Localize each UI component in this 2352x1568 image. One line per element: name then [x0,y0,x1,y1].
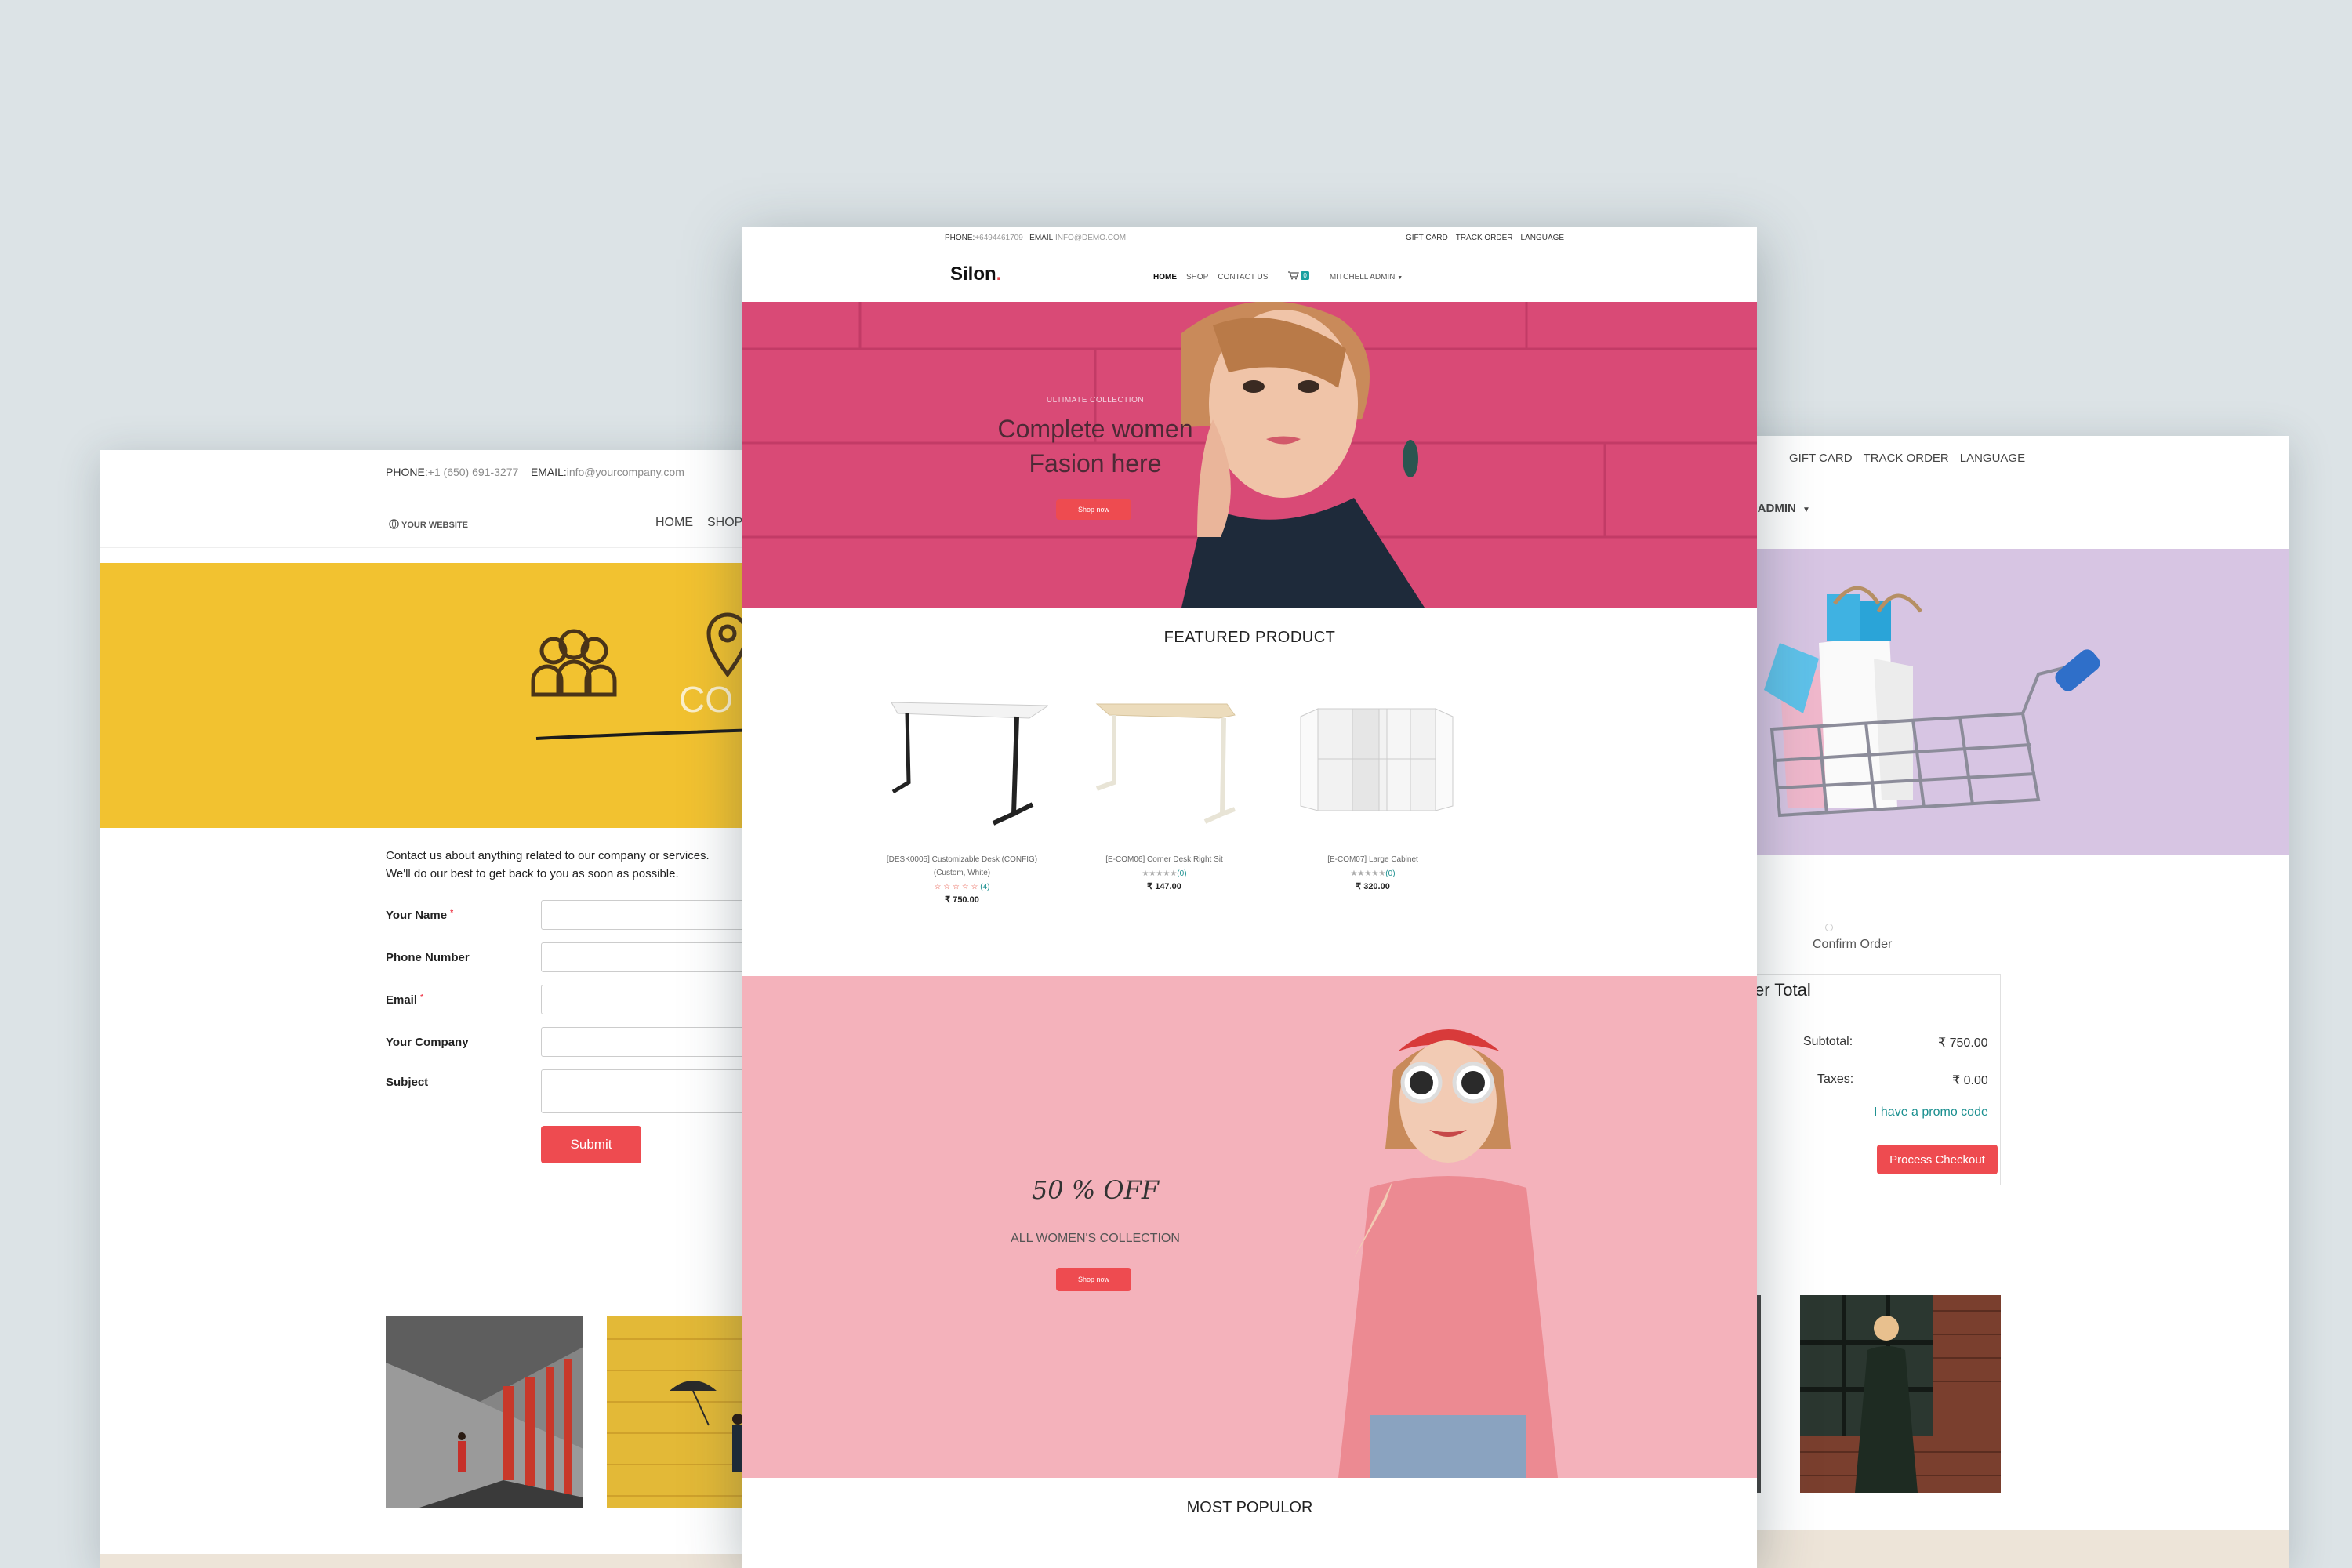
name-label: Your Name [386,908,448,922]
order-total-title: er Total [1755,980,1811,1000]
product-name[interactable]: [E-COM07] Large Cabinet [1287,853,1459,866]
product-card[interactable]: [DESK0005] Customizable Desk (CONFIG) (Cu… [876,696,1050,905]
subtotal-value: ₹ 750.00 [1938,1036,1988,1050]
gift-card-link[interactable]: GIFT CARD [1789,452,1853,465]
most-popular-title: MOST POPULOR [1186,1499,1313,1516]
submit-button[interactable]: Submit [541,1126,641,1163]
review-count: (4) [980,883,990,891]
hero-partial-text: CO [679,679,733,720]
email-label: EMAIL: [1029,234,1055,242]
product-rating: ☆ ☆ ☆ ☆ ☆ (4) [876,883,1048,891]
phone-label: PHONE: [945,234,975,242]
logo-text: YOUR WEBSITE [401,521,468,530]
email-label: EMAIL: [530,466,567,478]
promo-banner: 50 % OFF ALL WOMEN'S COLLECTION Shop now [742,976,1757,1478]
nav-home[interactable]: HOME [1153,273,1177,281]
product-rating: ★★★★★(0) [1078,869,1250,878]
site-logo[interactable]: YOUR WEBSITE [389,519,468,532]
user-menu[interactable]: MITCHELL ADMIN ▼ [1330,273,1403,281]
process-checkout-button[interactable]: Process Checkout [1877,1145,1998,1174]
product-image-corner-desk[interactable] [1078,696,1250,837]
track-order-link[interactable]: TRACK ORDER [1456,234,1513,242]
product-image-cabinet[interactable] [1287,696,1459,837]
contact-intro: Contact us about anything related to our… [386,847,710,883]
hero-banner: ULTIMATE COLLECTION Complete women Fasio… [742,302,1757,608]
taxes-value: ₹ 0.00 [1952,1074,1988,1087]
phone-value: +1 (650) 691-3277 [427,466,519,478]
product-price: ₹ 147.00 [1147,882,1181,891]
email-value[interactable]: INFO@DEMO.COM [1055,234,1126,242]
top-links: GIFT CARD TRACK ORDER LANGUAGE [1789,452,2025,465]
hero-woman-image [742,302,1757,608]
gallery-photo-corridor [386,1316,583,1508]
promo-shop-now-button[interactable]: Shop now [1056,1268,1131,1291]
main-nav: HOME SHOP CONTACT US 0 MITCHELL ADMIN ▼ [1153,271,1403,282]
gallery-photo-window-woman [1800,1295,2001,1493]
required-marker: * [420,993,424,1002]
product-name[interactable]: [DESK0005] Customizable Desk (CONFIG) [876,853,1048,866]
promo-discount: 50 % OFF [1031,1175,1160,1205]
cart-button[interactable]: 0 [1288,271,1309,282]
email-value[interactable]: info@yourcompany.com [567,466,684,478]
caret-down-icon: ▼ [1802,506,1810,514]
user-menu-label: MITCHELL ADMIN [1329,272,1396,281]
top-links: GIFT CARD TRACK ORDER LANGUAGE [1406,234,1564,242]
track-order-link[interactable]: TRACK ORDER [1864,452,1949,465]
hero-title: Complete women Fasion here [970,412,1221,481]
progress-step-dot [1825,924,1833,931]
globe-icon [389,519,399,532]
cart-icon [1288,271,1300,280]
intro-line-2: We'll do our best to get back to you as … [386,867,679,880]
subtotal-label: Subtotal: [1803,1035,1853,1048]
product-name[interactable]: [E-COM06] Corner Desk Right Sit [1078,853,1250,866]
nav-shop[interactable]: SHOP [1186,273,1208,281]
product-card[interactable]: [E-COM07] Large Cabinet ★★★★★(0) ₹ 320.0… [1287,696,1459,891]
phone-number-label: Phone Number [386,950,470,964]
phone-label: PHONE: [386,466,428,478]
nav-contact-us[interactable]: CONTACT US [1218,273,1268,281]
email-field-label: Email [386,993,418,1007]
featured-product-title: FEATURED PRODUCT [1163,629,1336,646]
intro-line-1: Contact us about anything related to our… [386,849,710,862]
star-rating-icons: ☆ ☆ ☆ ☆ ☆ [934,883,978,891]
nav-home[interactable]: HOME [655,516,693,530]
promo-subtitle: ALL WOMEN'S COLLECTION [1011,1232,1180,1245]
confirm-order-step: Confirm Order [1813,938,1893,951]
silon-logo[interactable]: Silon. [950,263,1001,285]
company-label: Your Company [386,1035,469,1049]
star-rating-icons: ★★★★★ [1142,869,1178,878]
review-count: (0) [1177,869,1187,878]
phone-value: +6494461709 [975,234,1023,242]
gift-card-link[interactable]: GIFT CARD [1406,234,1448,242]
home-page-window: PHONE:+6494461709 EMAIL:INFO@DEMO.COM GI… [742,227,1757,1568]
nav-shop[interactable]: SHOP [707,516,742,530]
product-price: ₹ 750.00 [945,895,979,905]
hero-title-line-1: Complete women [997,415,1193,443]
logo-dot: . [996,263,1002,285]
product-price: ₹ 320.00 [1356,882,1390,891]
product-image-desk[interactable] [876,696,1050,837]
top-contact-bar: PHONE:+1 (650) 691-3277 EMAIL:info@yourc… [386,466,684,478]
logo-text: Silon [950,263,996,285]
required-marker: * [450,908,454,917]
language-link[interactable]: LANGUAGE [1960,452,2025,465]
hero-kicker: ULTIMATE COLLECTION [1046,396,1145,405]
cart-count-badge: 0 [1301,271,1309,280]
language-link[interactable]: LANGUAGE [1521,234,1565,242]
top-contact-bar: PHONE:+6494461709 EMAIL:INFO@DEMO.COM [945,234,1126,242]
product-card[interactable]: [E-COM06] Corner Desk Right Sit ★★★★★(0)… [1078,696,1250,891]
promo-code-link[interactable]: I have a promo code [1874,1105,1988,1120]
subject-label: Subject [386,1076,429,1089]
caret-down-icon: ▼ [1397,274,1403,281]
product-rating: ★★★★★(0) [1287,869,1459,878]
product-variant: (Custom, White) [933,869,991,877]
taxes-label: Taxes: [1817,1073,1854,1086]
hero-shop-now-button[interactable]: Shop now [1056,499,1131,520]
review-count: (0) [1385,869,1396,878]
main-nav: HOME SHOP [655,516,742,530]
promo-woman-image [742,976,1757,1478]
star-rating-icons: ★★★★★ [1350,869,1386,878]
hero-title-line-2: Fasion here [1029,449,1162,477]
